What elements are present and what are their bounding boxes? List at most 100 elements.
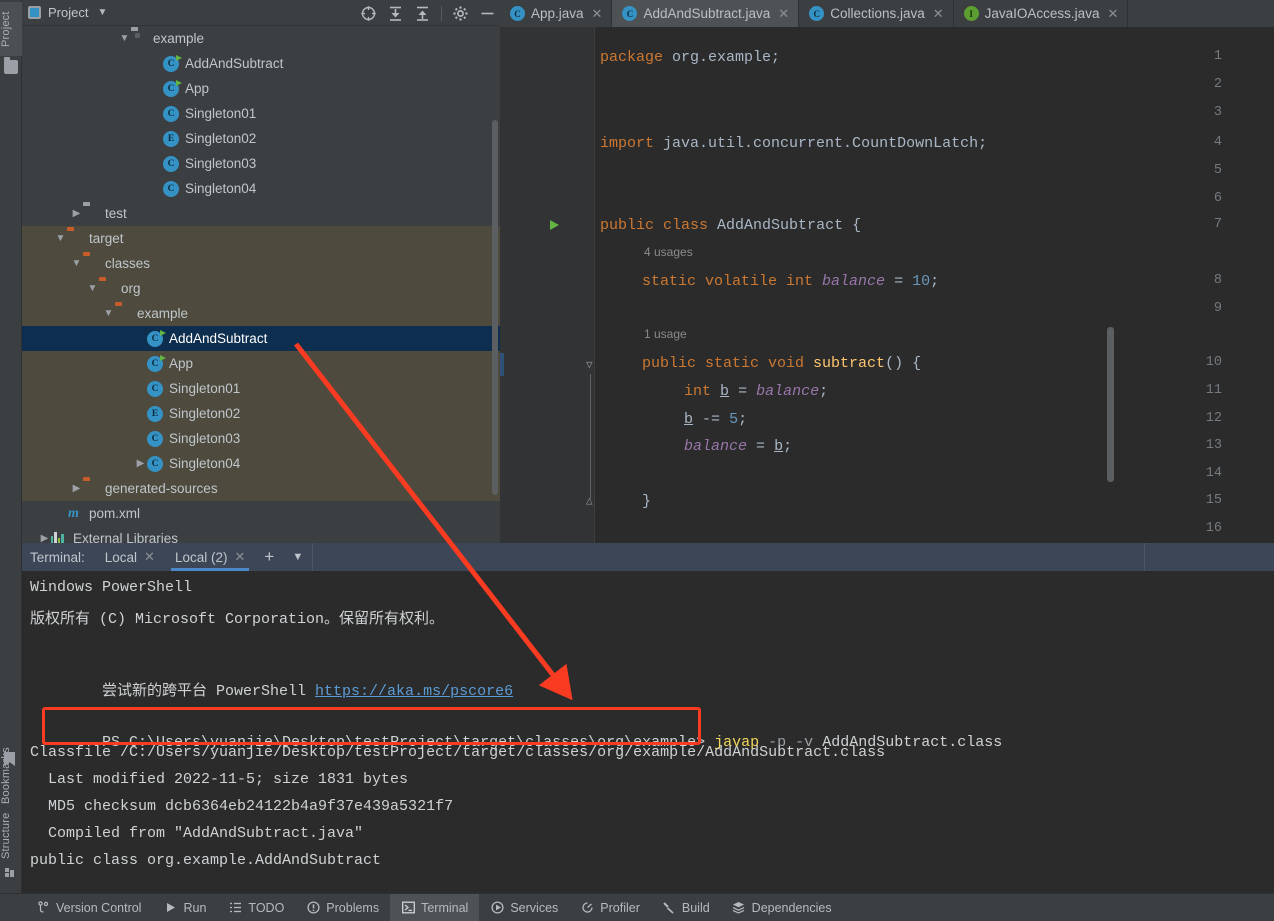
status-bar-item-profiler[interactable]: Profiler (569, 894, 651, 921)
line-number: 5 (1213, 163, 1222, 178)
tree-item-classes[interactable]: ▼ classes (22, 251, 500, 276)
close-tab-icon[interactable]: ✕ (1107, 6, 1118, 22)
terminal-line-copyright: 版权所有 (C) Microsoft Corporation。保留所有权利。 (30, 611, 445, 628)
chevron-down-icon[interactable]: ▼ (86, 283, 99, 294)
gear-icon[interactable] (452, 5, 469, 22)
terminal-tab-local-2[interactable]: Local (2) ✕ (165, 543, 255, 571)
fold-collapse-icon[interactable]: ▽ (586, 358, 593, 372)
folder-orange-icon (99, 280, 116, 297)
services-icon (490, 901, 504, 915)
source-package-icon (131, 30, 148, 47)
left-tool-strip: Project Bookmarks Structure (0, 0, 22, 893)
tree-item-pom-xml[interactable]: m pom.xml (22, 501, 500, 526)
minimize-icon[interactable] (479, 5, 496, 22)
tree-item-singleton01[interactable]: C Singleton01 (22, 101, 500, 126)
project-icon (28, 6, 41, 19)
tree-item-org[interactable]: ▼ org (22, 276, 500, 301)
add-terminal-button[interactable]: + (255, 543, 283, 571)
tree-item-target[interactable]: ▼ target (22, 226, 500, 251)
tree-item-singleton04[interactable]: ▶ C Singleton04 (22, 451, 500, 476)
editor-tab-javaioaccess-java[interactable]: I JavaIOAccess.java ✕ (954, 0, 1129, 27)
sidebar-tab-project[interactable]: Project (0, 2, 22, 56)
status-bar-item-terminal[interactable]: Terminal (390, 894, 480, 921)
terminal-tab-local[interactable]: Local ✕ (95, 543, 165, 571)
tree-item-label: Singleton04 (169, 456, 241, 471)
tree-item-singleton02[interactable]: E Singleton02 (22, 126, 500, 151)
run-class-icon[interactable] (550, 220, 559, 230)
tree-item-addandsubtract[interactable]: C AddAndSubtract (22, 326, 500, 351)
pscore-link[interactable]: https://aka.ms/pscore6 (315, 683, 513, 700)
tree-item-example[interactable]: ▼ example (22, 26, 500, 51)
usage-hint[interactable]: 4 usages (644, 245, 693, 259)
class-icon: C (163, 180, 180, 197)
ide-window: Project Bookmarks Structure Project ▼ ▼ … (0, 0, 1274, 921)
tree-item-external-libraries[interactable]: ▶ External Libraries (22, 526, 500, 543)
expand-all-icon[interactable] (387, 5, 404, 22)
status-bar-item-dependencies[interactable]: Dependencies (721, 894, 843, 921)
status-bar-item-build[interactable]: Build (651, 894, 721, 921)
chevron-down-icon[interactable]: ▼ (102, 308, 115, 319)
code-editor[interactable]: 1234567891011121314151617 ▽ △ ▽ package … (500, 27, 1274, 543)
close-tab-icon[interactable]: ✕ (933, 6, 944, 22)
editor-tab-addandsubtract-java[interactable]: C AddAndSubtract.java ✕ (612, 0, 800, 27)
status-bar: Version Control Run TODO Problems Terminal Se… (0, 893, 1274, 921)
tree-item-test[interactable]: ▶ test (22, 201, 500, 226)
chevron-down-icon[interactable]: ▼ (70, 258, 83, 269)
editor-scrollbar[interactable] (1107, 327, 1114, 482)
tree-item-singleton01[interactable]: C Singleton01 (22, 376, 500, 401)
chevron-down-icon[interactable]: ▼ (54, 233, 67, 244)
close-tab-icon[interactable]: ✕ (592, 6, 603, 22)
editor-tab-bar[interactable]: C App.java ✕ C AddAndSubtract.java ✕ C Collecti… (500, 0, 1274, 27)
tree-item-singleton04[interactable]: C Singleton04 (22, 176, 500, 201)
tree-item-singleton02[interactable]: E Singleton02 (22, 401, 500, 426)
sidebar-tab-structure[interactable]: Structure (0, 800, 22, 872)
chevron-down-icon[interactable]: ▼ (97, 7, 107, 18)
folder-orange-icon (83, 255, 100, 272)
tree-item-label: AddAndSubtract (169, 331, 268, 346)
tree-item-label: Singleton01 (185, 106, 257, 121)
chevron-down-icon[interactable]: ▼ (118, 33, 131, 44)
line-number: 2 (1213, 77, 1222, 92)
close-tab-icon[interactable]: ✕ (778, 6, 789, 22)
code-line-4: import java.util.concurrent.CountDownLat… (600, 135, 988, 152)
collapse-all-icon[interactable] (414, 5, 431, 22)
project-tree[interactable]: ▼ example C AddAndSubtract C App C Singleton01 E… (22, 26, 500, 543)
status-bar-item-label: Version Control (56, 900, 142, 915)
editor-tab-app-java[interactable]: C App.java ✕ (500, 0, 613, 27)
line-number: 15 (1205, 493, 1222, 508)
status-bar-item-run[interactable]: Run (152, 894, 217, 921)
tree-item-singleton03[interactable]: C Singleton03 (22, 426, 500, 451)
fold-expand-icon[interactable]: △ (586, 494, 593, 508)
status-bar-item-label: Dependencies (751, 900, 832, 915)
terminal-output[interactable]: Windows PowerShell 版权所有 (C) Microsoft Co… (22, 571, 1274, 893)
status-bar-item-services[interactable]: Services (479, 894, 569, 921)
close-icon-2[interactable]: ✕ (234, 549, 245, 565)
status-bar-item-todo[interactable]: TODO (217, 894, 295, 921)
chevron-right-icon[interactable]: ▶ (134, 458, 147, 469)
chevron-right-icon[interactable]: ▶ (70, 483, 83, 494)
usage-hint[interactable]: 1 usage (644, 327, 687, 341)
tree-item-label: org (121, 281, 141, 296)
project-tree-scrollbar[interactable] (492, 120, 498, 495)
terminal-line-title: Windows PowerShell (30, 579, 193, 596)
tree-item-generated-sources[interactable]: ▶ generated-sources (22, 476, 500, 501)
terminal-options-chevron-down-icon[interactable]: ▼ (283, 543, 312, 571)
editor-gutter[interactable] (500, 27, 595, 543)
runnable-class-icon: C (163, 80, 182, 97)
status-bar-item-label: Build (681, 900, 710, 915)
chevron-right-icon[interactable]: ▶ (70, 208, 83, 219)
close-icon[interactable]: ✕ (144, 549, 155, 565)
tree-item-example[interactable]: ▼ example (22, 301, 500, 326)
tree-item-singleton03[interactable]: C Singleton03 (22, 151, 500, 176)
tree-item-addandsubtract[interactable]: C AddAndSubtract (22, 51, 500, 76)
status-bar-item-version-control[interactable]: Version Control (25, 894, 152, 921)
tree-item-label: generated-sources (105, 481, 218, 496)
editor-area: C App.java ✕ C AddAndSubtract.java ✕ C Collecti… (500, 0, 1274, 543)
runnable-class-icon: C (147, 355, 166, 372)
tree-item-app[interactable]: C App (22, 76, 500, 101)
tree-item-app[interactable]: C App (22, 351, 500, 376)
locate-icon[interactable] (360, 5, 377, 22)
status-bar-item-problems[interactable]: Problems (295, 894, 390, 921)
editor-tab-collections-java[interactable]: C Collections.java ✕ (799, 0, 954, 27)
chevron-right-icon[interactable]: ▶ (38, 533, 51, 543)
